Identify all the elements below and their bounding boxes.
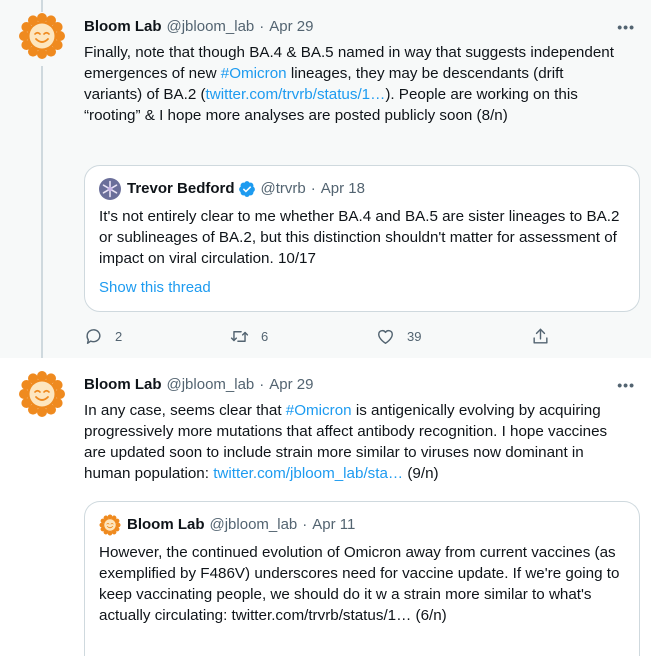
tweet-header: Bloom Lab @jbloom_lab · Apr 29: [84, 17, 313, 37]
reply-button[interactable]: 2: [84, 327, 122, 346]
quoted-tweet[interactable]: Trevor Bedford @trvrb · Apr 18 It's not …: [84, 165, 640, 312]
tweet[interactable]: Bloom Lab @jbloom_lab · Apr 29 ••• Final…: [0, 0, 651, 358]
reply-count: 2: [115, 329, 123, 344]
sun-avatar-icon: [18, 12, 66, 60]
retweet-button[interactable]: 6: [230, 327, 268, 346]
tweet-text-part: In any case, seems clear that: [84, 402, 286, 419]
tweet-date[interactable]: Apr 29: [269, 17, 313, 37]
tweet-text: Finally, note that though BA.4 & BA.5 na…: [84, 42, 624, 126]
separator-dot: ·: [302, 516, 308, 533]
thread-connector: [41, 0, 43, 12]
quoted-tweet-header: Bloom Lab @jbloom_lab · Apr 11: [99, 514, 355, 536]
separator-dot: ·: [259, 376, 265, 393]
quoted-tweet[interactable]: Bloom Lab @jbloom_lab · Apr 11 However, …: [84, 501, 640, 656]
separator-dot: ·: [259, 18, 265, 35]
quoted-author-name[interactable]: Bloom Lab: [127, 515, 205, 535]
reply-icon: [86, 329, 101, 344]
share-button[interactable]: [531, 327, 550, 346]
author-name[interactable]: Bloom Lab: [84, 17, 162, 37]
more-options-button[interactable]: •••: [617, 19, 635, 35]
hashtag-link[interactable]: #Omicron: [221, 65, 287, 82]
like-button[interactable]: 39: [376, 327, 421, 346]
url-link[interactable]: twitter.com/trvrb/status/1…: [206, 86, 386, 103]
like-count: 39: [407, 329, 422, 344]
thread-connector: [41, 66, 43, 358]
show-thread-link[interactable]: Show this thread: [99, 279, 211, 296]
quoted-author-handle[interactable]: @trvrb: [261, 179, 306, 199]
tweet-actions: 2 6 39: [84, 327, 554, 351]
more-options-button[interactable]: •••: [617, 377, 635, 393]
sun-avatar-icon: [18, 370, 66, 418]
author-handle[interactable]: @jbloom_lab: [167, 17, 255, 37]
quoted-tweet-date[interactable]: Apr 18: [321, 179, 365, 199]
separator-dot: ·: [310, 180, 316, 197]
tweet-header: Bloom Lab @jbloom_lab · Apr 29: [84, 375, 313, 395]
retweet-count: 6: [261, 329, 269, 344]
avatar[interactable]: [18, 12, 66, 60]
heart-icon: [378, 329, 393, 344]
quoted-author-name[interactable]: Trevor Bedford: [127, 179, 235, 199]
tweet[interactable]: Bloom Lab @jbloom_lab · Apr 29 ••• In an…: [0, 358, 651, 656]
snowflake-avatar-icon: [99, 178, 121, 200]
sun-avatar-icon: [99, 514, 121, 536]
tweet-text: In any case, seems clear that #Omicron i…: [84, 400, 624, 484]
quoted-author-handle[interactable]: @jbloom_lab: [210, 515, 298, 535]
quoted-tweet-header: Trevor Bedford @trvrb · Apr 18: [99, 178, 365, 200]
tweet-text-part: (9/n): [403, 465, 439, 482]
author-name[interactable]: Bloom Lab: [84, 375, 162, 395]
retweet-icon: [230, 331, 249, 342]
share-icon: [533, 328, 548, 344]
author-handle[interactable]: @jbloom_lab: [167, 375, 255, 395]
tweet-date[interactable]: Apr 29: [269, 375, 313, 395]
verified-badge-icon: [238, 181, 255, 197]
hashtag-link[interactable]: #Omicron: [286, 402, 352, 419]
url-link[interactable]: twitter.com/jbloom_lab/sta…: [213, 465, 403, 482]
quoted-tweet-text: It's not entirely clear to me whether BA…: [99, 208, 620, 267]
avatar[interactable]: [18, 370, 66, 418]
quoted-tweet-text: However, the continued evolution of Omic…: [99, 544, 620, 624]
quoted-tweet-date[interactable]: Apr 11: [312, 515, 355, 535]
